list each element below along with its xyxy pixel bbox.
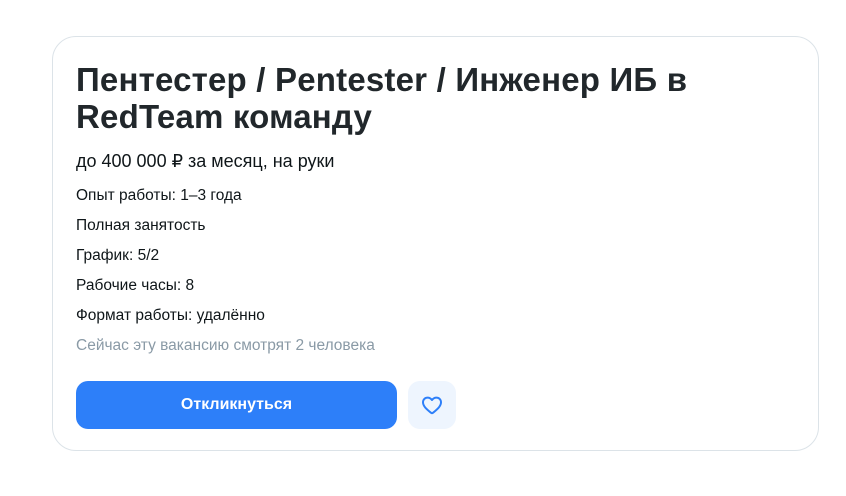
favorite-button[interactable] <box>408 381 456 429</box>
employment-type-info: Полная занятость <box>76 217 206 234</box>
vacancy-title: Пентестер / Pentester / Инженер ИБ в Red… <box>76 61 688 135</box>
schedule-info: График: 5/2 <box>76 247 160 264</box>
vacancy-card: Пентестер / Pentester / Инженер ИБ в Red… <box>52 36 819 451</box>
respond-button[interactable]: Откликнуться <box>76 381 397 429</box>
vacancy-salary: до 400 000 ₽ за месяц, на руки <box>76 151 335 171</box>
work-format-info: Формат работы: удалённо <box>76 307 265 324</box>
experience-info: Опыт работы: 1–3 года <box>76 187 242 204</box>
viewers-count-text: Сейчас эту вакансию смотрят 2 человека <box>76 337 375 354</box>
working-hours-info: Рабочие часы: 8 <box>76 277 195 294</box>
heart-icon <box>422 396 442 415</box>
